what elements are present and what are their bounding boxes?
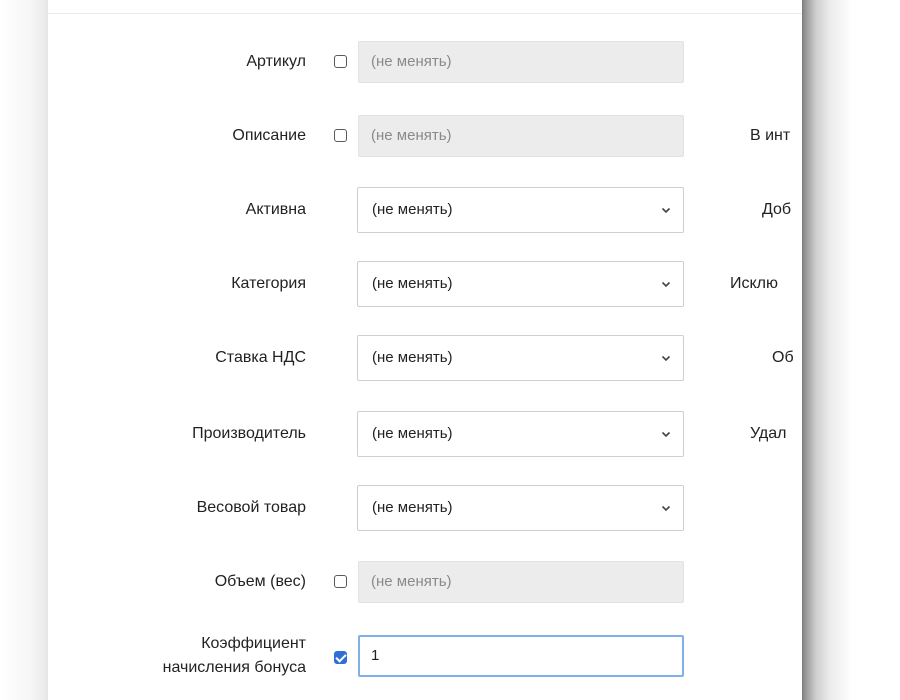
right-field-label-internet: В инт: [750, 127, 791, 144]
backdrop-left: [0, 0, 48, 700]
category-select[interactable]: (не менять): [357, 261, 684, 307]
right-field-label-ob: Об: [772, 349, 794, 366]
vat-rate-select[interactable]: (не менять): [357, 335, 684, 381]
right-field-label-add: Доб: [762, 201, 792, 218]
active-select-value: (не менять): [372, 201, 453, 218]
change-bonus-coefficient-checkbox[interactable]: [334, 651, 347, 664]
change-article-checkbox[interactable]: [334, 55, 347, 68]
field-label-active: Активна: [245, 201, 306, 218]
chevron-down-icon: [661, 431, 671, 438]
field-row-vat-rate: Ставка НДС (не менять) Об: [48, 334, 802, 382]
panel-header-divider: [48, 13, 802, 14]
field-label-article: Артикул: [246, 53, 306, 70]
field-label-weighted-item: Весовой товар: [196, 499, 306, 516]
article-input[interactable]: (не менять): [358, 41, 684, 83]
change-description-checkbox[interactable]: [334, 129, 347, 142]
field-row-weighted-item: Весовой товар (не менять): [48, 484, 802, 532]
manufacturer-select[interactable]: (не менять): [357, 411, 684, 457]
field-row-volume-weight: Объем (вес) (не менять): [48, 558, 802, 606]
field-label-bonus-coefficient-line1: Коэффициент: [201, 635, 306, 652]
active-select[interactable]: (не менять): [357, 187, 684, 233]
field-row-bonus-coefficient: Коэффициент начисления бонуса 1: [48, 634, 802, 682]
field-label-vat-rate: Ставка НДС: [215, 349, 306, 366]
field-label-bonus-coefficient-line2: начисления бонуса: [162, 659, 306, 676]
chevron-down-icon: [661, 355, 671, 362]
bulk-edit-panel: Артикул (не менять) Описание (не менять)…: [48, 0, 802, 700]
chevron-down-icon: [661, 505, 671, 512]
field-label-bonus-coefficient: Коэффициент начисления бонуса: [163, 632, 306, 680]
panel-shadow: [800, 0, 900, 700]
field-row-category: Категория (не менять) Исклю: [48, 260, 802, 308]
change-volume-weight-checkbox[interactable]: [334, 575, 347, 588]
weighted-item-select[interactable]: (не менять): [357, 485, 684, 531]
chevron-down-icon: [661, 207, 671, 214]
field-label-description: Описание: [232, 127, 306, 144]
field-label-volume-weight: Объем (вес): [214, 573, 306, 590]
field-row-description: Описание (не менять) В инт: [48, 112, 802, 160]
vat-rate-select-value: (не менять): [372, 349, 453, 366]
field-row-article: Артикул (не менять): [48, 38, 802, 86]
field-label-manufacturer: Производитель: [192, 425, 306, 442]
description-input[interactable]: (не менять): [358, 115, 684, 157]
category-select-value: (не менять): [372, 275, 453, 292]
chevron-down-icon: [661, 281, 671, 288]
weighted-item-select-value: (не менять): [372, 499, 453, 516]
manufacturer-select-value: (не менять): [372, 425, 453, 442]
field-row-manufacturer: Производитель (не менять) Удал: [48, 410, 802, 458]
volume-weight-input[interactable]: (не менять): [358, 561, 684, 603]
field-row-active: Активна (не менять) Доб: [48, 186, 802, 234]
field-label-category: Категория: [231, 275, 306, 292]
right-field-label-exclude: Исклю: [730, 275, 779, 292]
right-field-label-delete: Удал: [750, 425, 787, 442]
bonus-coefficient-input[interactable]: 1: [358, 635, 684, 677]
